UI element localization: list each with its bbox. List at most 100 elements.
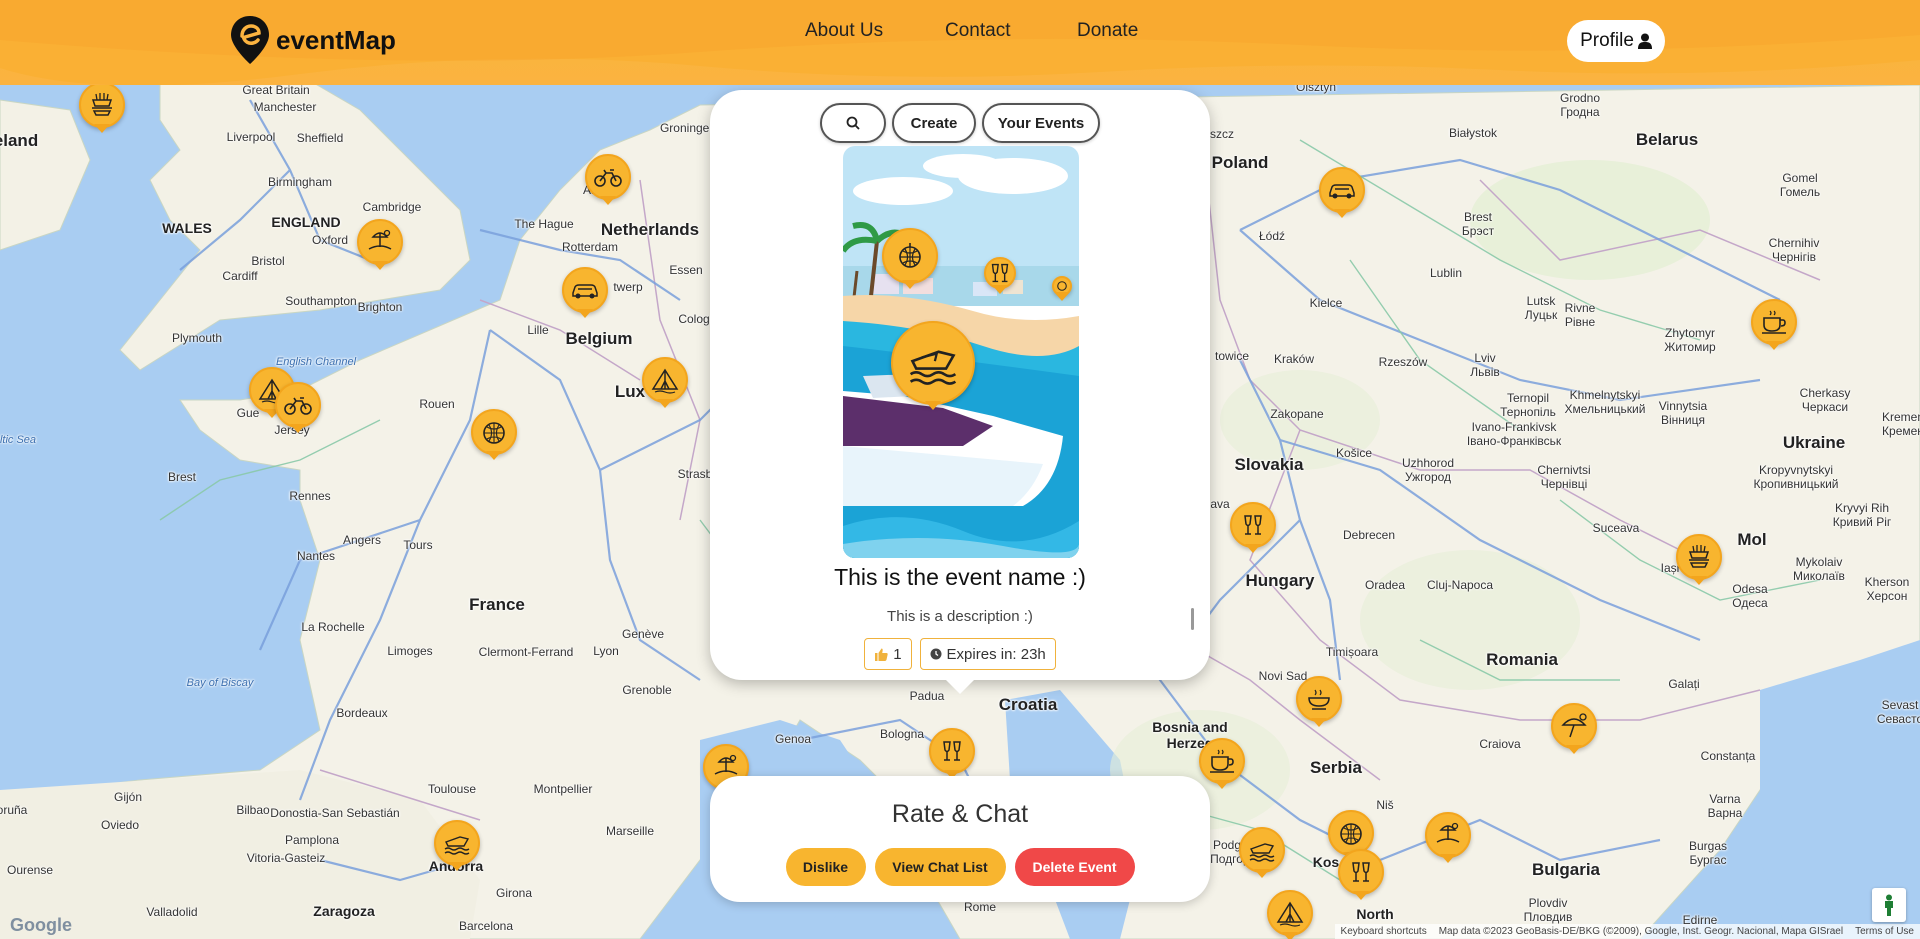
google-logo[interactable]: Google (10, 915, 72, 936)
expiry-text: Expires in: 23h (946, 645, 1046, 663)
map-label-kos: Kos (1312, 854, 1340, 870)
create-event-button[interactable]: Create (892, 103, 976, 143)
map-label-pamplona: Pamplona (284, 833, 340, 847)
map-label-ternopil: Ternopil Тернопіль (1500, 391, 1556, 419)
map-label-rotterdam: Rotterdam (561, 240, 619, 254)
map-label-burgas: Burgas Бургас (1688, 839, 1728, 867)
map-label-rouen: Rouen (419, 397, 455, 411)
dislike-button[interactable]: Dislike (785, 848, 866, 886)
map-label-montpellier: Montpellier (533, 782, 593, 796)
map-label-rennes: Rennes (289, 489, 331, 503)
map-label-grenoble: Grenoble (622, 683, 672, 697)
profile-button[interactable]: Profile (1567, 20, 1665, 62)
cheers-pin-icon[interactable] (984, 257, 1016, 289)
keyboard-shortcuts-link[interactable]: Keyboard shortcuts (1341, 926, 1427, 937)
map-label-plymouth: Plymouth (171, 331, 223, 345)
beach-pin-icon[interactable] (1425, 812, 1471, 858)
map-label-brighton: Brighton (357, 300, 403, 314)
rate-chat-title: Rate & Chat (891, 800, 1029, 828)
map-label-cambridge: Cambridge (362, 200, 422, 214)
thumbs-up-icon (875, 648, 888, 661)
map-label-oviedo: Oviedo (100, 818, 140, 832)
map-label-lublin: Lublin (1429, 266, 1463, 280)
nav-contact[interactable]: Contact (945, 20, 1010, 42)
map-label-rivne: Rivne Рівне (1564, 301, 1596, 329)
map-label-kremen: Kremen Кремен (1881, 410, 1920, 438)
disco-ball-pin-icon[interactable] (882, 228, 938, 284)
map-label-toulouse: Toulouse (427, 782, 477, 796)
map-label-angers: Angers (342, 533, 382, 547)
map-label-eland: eland (0, 131, 39, 150)
cheers-pin-icon[interactable] (1338, 849, 1384, 895)
car-pin-icon[interactable] (562, 267, 608, 313)
cheers-pin-icon[interactable] (1230, 502, 1276, 548)
nav-donate[interactable]: Donate (1077, 20, 1138, 42)
card-scrollbar[interactable] (1191, 608, 1194, 630)
tent-pin-icon[interactable] (642, 357, 688, 403)
map-label-krakow: Kraków (1273, 352, 1315, 366)
motorcycle-pin-icon[interactable] (275, 382, 321, 428)
your-events-button[interactable]: Your Events (982, 103, 1100, 143)
map-label-lutsk: Lutsk Луцьк (1524, 294, 1558, 322)
map-label-romania: Romania (1486, 650, 1558, 669)
burger-fries-pin-icon[interactable] (79, 82, 125, 128)
coffee-pin-icon[interactable] (1199, 738, 1245, 784)
map-label-hague: The Hague (514, 217, 574, 231)
motorcycle-pin-icon[interactable] (585, 154, 631, 200)
rate-chat-actions: Dislike View Chat List Delete Event (710, 848, 1210, 886)
boat-pin-icon[interactable] (1239, 827, 1285, 873)
terms-of-use-link[interactable]: Terms of Use (1855, 926, 1914, 937)
disco-ball-pin-icon[interactable] (471, 409, 517, 455)
car-pin-icon[interactable] (1319, 167, 1365, 213)
coffee-pin-icon[interactable] (1751, 299, 1797, 345)
top-navbar: eventMap About Us Contact Donate Profile (0, 0, 1920, 85)
food-pin-icon[interactable] (1296, 676, 1342, 722)
delete-event-button[interactable]: Delete Event (1014, 848, 1135, 886)
map-label-vinnytsia: Vinnytsia Вінниця (1658, 399, 1708, 427)
map-label-antwerp: twerp (613, 280, 643, 294)
event-illustration (843, 146, 1079, 558)
profile-button-label: Profile (1580, 30, 1634, 51)
map-label-brest: Brest (167, 470, 197, 484)
map-label-valladolid: Valladolid (146, 905, 198, 919)
map-label-khmelnytskyi: Khmelnytskyi Хмельницький (1564, 388, 1646, 416)
map-label-brest-by: Brest Брэст (1461, 210, 1495, 238)
like-counter[interactable]: 1 (864, 638, 912, 670)
street-view-pegman[interactable] (1872, 888, 1906, 922)
map-label-debrecen: Debrecen (1342, 528, 1396, 542)
nav-about-us[interactable]: About Us (805, 20, 883, 42)
app-logo[interactable]: eventMap (228, 14, 396, 66)
tent-pin-icon[interactable] (1267, 890, 1313, 936)
map-pin-logo-icon (231, 16, 269, 64)
map-label-craiova: Craiova (1479, 737, 1521, 751)
map-label-england: ENGLAND (271, 214, 341, 230)
map-label-suceava: Suceava (1592, 521, 1640, 535)
map-label-ukraine: Ukraine (1782, 433, 1846, 452)
map-label-novi-sad: Novi Sad (1258, 669, 1308, 683)
small-pin-icon[interactable] (1052, 276, 1072, 296)
map-label-kielce: Kielce (1309, 296, 1343, 310)
map-label-bordeaux: Bordeaux (336, 706, 388, 720)
beach-pin-icon[interactable] (357, 219, 403, 265)
map-label-tours: Tours (403, 538, 433, 552)
map-label-kropyvnytskyi: Kropyvnytskyi Кропивницький (1753, 463, 1839, 491)
map-data-credit: Map data ©2023 GeoBasis-DE/BKG (©2009), … (1438, 926, 1844, 937)
boat-pin-icon[interactable] (434, 820, 480, 866)
map-label-strasb: Strasb (677, 467, 713, 481)
burger-fries-pin-icon[interactable] (1676, 534, 1722, 580)
map-label-galati: Galați (1668, 677, 1700, 691)
map-label-belgium: Belgium (565, 329, 633, 348)
umbrella-pin-icon[interactable] (1551, 703, 1597, 749)
map-label-southampton: Southampton (285, 294, 357, 308)
map-label-lodz: Łódź (1258, 229, 1286, 243)
map-label-bilbao: Bilbao (236, 803, 270, 817)
map-label-france: France (469, 595, 525, 614)
view-chat-list-button[interactable]: View Chat List (874, 848, 1006, 886)
clock-icon (930, 648, 942, 660)
cheers-pin-icon[interactable] (929, 728, 975, 774)
boat-pin-icon[interactable] (891, 321, 975, 405)
search-button[interactable] (820, 103, 886, 143)
map-label-kherson: Kherson Херсон (1864, 575, 1910, 603)
map-label-mol: Mol (1737, 530, 1767, 549)
app-logo-text: eventMap (276, 24, 396, 55)
